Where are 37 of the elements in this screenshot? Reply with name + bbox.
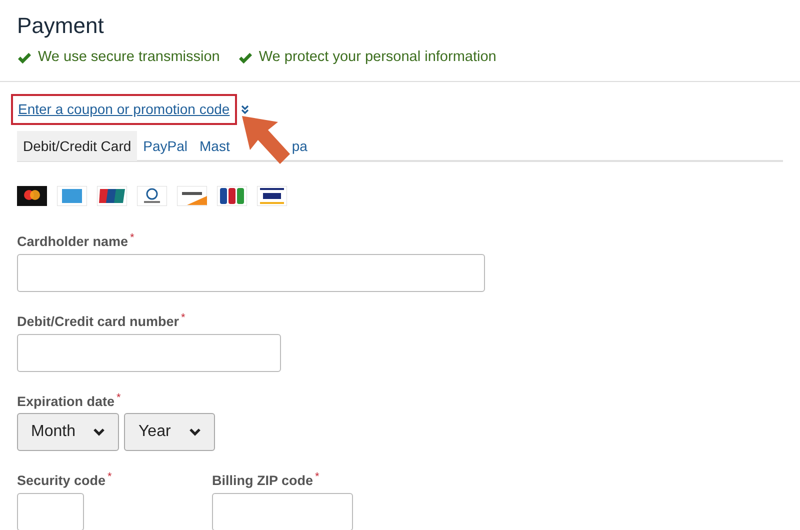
arrow-icon <box>240 114 292 166</box>
chevron-down-icon <box>93 428 106 436</box>
coupon-link[interactable]: Enter a coupon or promotion code <box>11 94 237 125</box>
field-label: Debit/Credit card number <box>17 313 180 331</box>
assurance-text: We protect your personal information <box>258 48 496 68</box>
input-field[interactable] <box>17 334 281 372</box>
field-label: Cardholder name <box>17 233 128 251</box>
card-logo-icon <box>137 186 167 206</box>
tab[interactable]: Debit/Credit Card <box>17 131 138 161</box>
field-label: Security code <box>17 472 106 490</box>
card-logo-icon <box>257 186 287 206</box>
required-mark: * <box>116 392 121 404</box>
tab-text: pa <box>292 136 308 156</box>
card-logo-icon <box>57 186 87 206</box>
input-field[interactable] <box>212 493 353 530</box>
dropdown[interactable]: Month <box>17 413 120 451</box>
field-label: Expiration date <box>17 393 115 411</box>
tab[interactable]: PayPal <box>137 131 194 161</box>
check-icon <box>17 52 32 64</box>
required-mark: * <box>108 471 112 483</box>
field-label: Billing ZIP code <box>212 472 314 490</box>
page-title: Payment <box>17 12 105 40</box>
double-chevron-icon[interactable] <box>240 104 249 114</box>
check-icon <box>238 52 253 64</box>
input-field[interactable] <box>17 254 485 292</box>
required-mark: * <box>315 471 320 483</box>
required-mark: * <box>181 312 186 324</box>
input-field[interactable] <box>17 493 84 530</box>
chevron-down-icon <box>188 428 201 436</box>
dropdown[interactable]: Year <box>124 413 215 451</box>
card-logo-icon <box>97 186 127 206</box>
assurance-text: We use secure transmission <box>38 48 220 68</box>
card-logo-icon <box>217 186 247 206</box>
card-logo-icon <box>17 186 47 206</box>
tab[interactable]: Mast <box>200 136 230 156</box>
card-logo-icon <box>177 186 207 206</box>
required-mark: * <box>130 232 134 244</box>
